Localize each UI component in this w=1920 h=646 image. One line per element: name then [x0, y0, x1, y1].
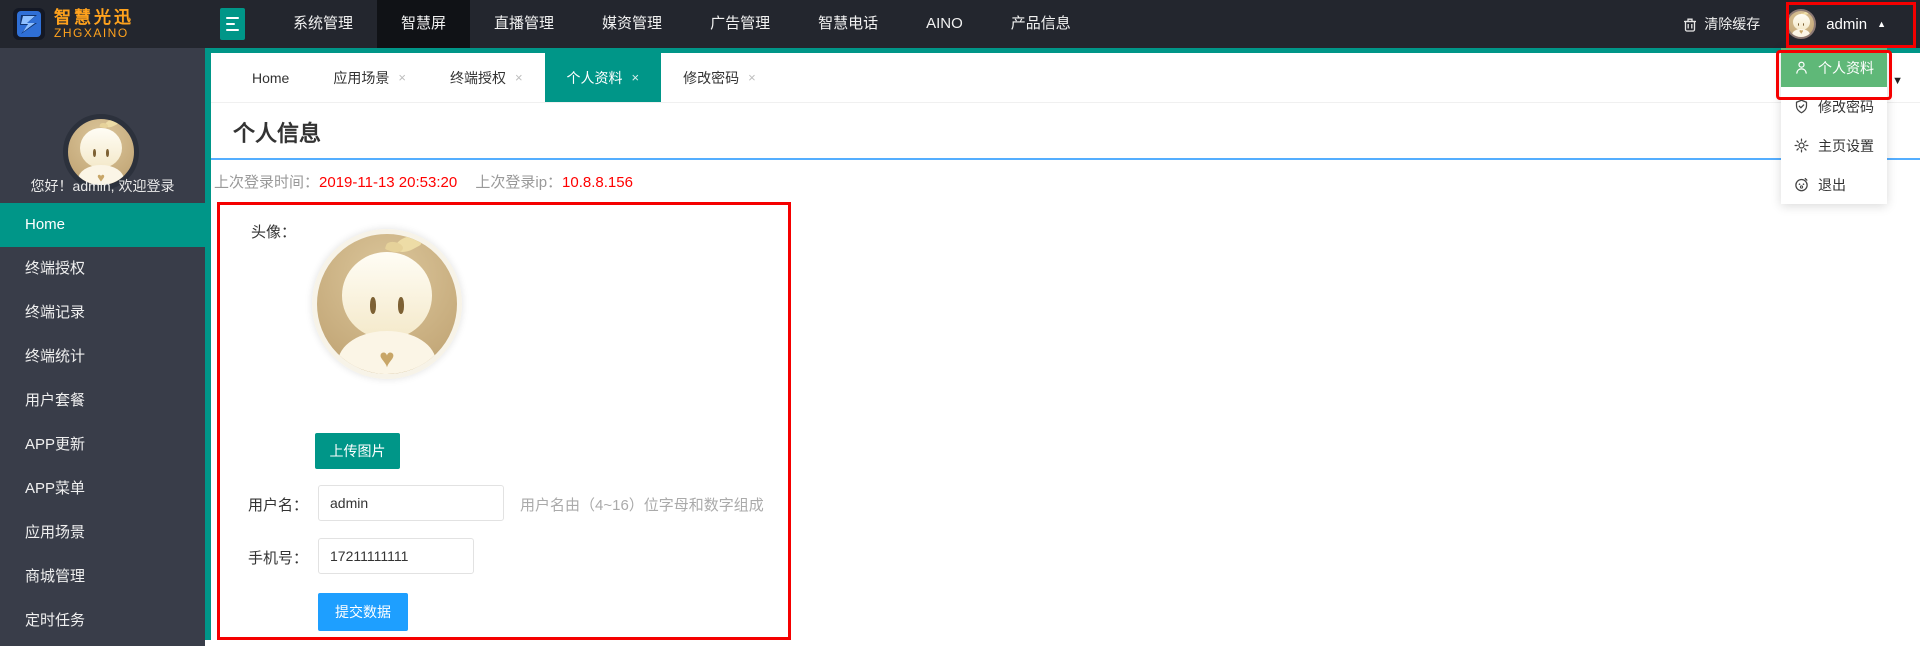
last-login-ip-value: 10.8.8.156 — [562, 174, 633, 191]
trash-icon — [1684, 18, 1697, 32]
sidebar-item-home[interactable]: Home — [0, 203, 205, 247]
logout-face-icon — [1795, 177, 1808, 192]
sidebar-item-terminal-stats[interactable]: 终端统计 — [0, 335, 205, 379]
user-menu-annotation-box — [1786, 2, 1916, 48]
tab-bar: Home 应用场景 × 终端授权 × 个人资料 × 修改密码 × ▼ — [211, 53, 1920, 103]
tab-terminal-auth[interactable]: 终端授权 × — [428, 53, 545, 102]
nav-item-ads[interactable]: 广告管理 — [686, 0, 794, 48]
nav-item-smart-phone[interactable]: 智慧电话 — [794, 0, 902, 48]
nav-item-product-info[interactable]: 产品信息 — [987, 0, 1095, 48]
tab-options-caret-icon[interactable]: ▼ — [1892, 53, 1903, 103]
profile-avatar-image: ♥ — [312, 229, 462, 379]
profile-form-annotation-box: 头像： ♥ 上传图片 用户名： 用户名由（4~16）位字母和数字组成 手机号： … — [217, 202, 791, 640]
sidebar-collapse-button[interactable] — [220, 8, 245, 40]
tab-change-password[interactable]: 修改密码 × — [661, 53, 778, 102]
nav-item-aino[interactable]: AINO — [902, 0, 987, 48]
last-login-ip-label: 上次登录ip： — [475, 174, 563, 191]
sidebar-item-app-scenes[interactable]: 应用场景 — [0, 511, 205, 555]
sidebar: ♥ 您好！admin, 欢迎登录 Home 终端授权 终端记录 终端统计 用户套… — [0, 48, 205, 646]
sidebar-item-scheduled-tasks[interactable]: 定时任务 — [0, 599, 205, 643]
content-top-accent — [205, 48, 1920, 53]
phone-field-label: 手机号： — [248, 550, 309, 567]
tab-app-scenes[interactable]: 应用场景 × — [311, 53, 428, 102]
clear-cache-label: 清除缓存 — [1704, 16, 1761, 32]
dropdown-item-logout[interactable]: 退出 — [1781, 165, 1887, 204]
upload-image-button[interactable]: 上传图片 — [315, 433, 400, 469]
last-login-time-value: 2019-11-13 20:53:20 — [319, 174, 458, 191]
nav-item-smart-screen[interactable]: 智慧屏 — [377, 0, 471, 53]
avatar-field-label: 头像： — [251, 224, 297, 241]
username-field-label: 用户名： — [248, 497, 309, 514]
dropdown-item-home-settings[interactable]: 主页设置 — [1781, 126, 1887, 165]
phone-input[interactable] — [318, 538, 474, 574]
nav-item-live[interactable]: 直播管理 — [470, 0, 578, 48]
page-title: 个人信息 — [233, 121, 322, 146]
brand-logo: 智慧光迅 ZHGXAINO — [0, 7, 208, 41]
sidebar-menu: Home 终端授权 终端记录 终端统计 用户套餐 APP更新 APP菜单 应用场… — [0, 203, 205, 643]
clear-cache-button[interactable]: 清除缓存 — [1683, 14, 1760, 34]
last-login-time-label: 上次登录时间： — [214, 174, 320, 191]
main-nav: 系统管理 智慧屏 直播管理 媒资管理 广告管理 智慧电话 AINO 产品信息 — [269, 0, 1095, 53]
nav-item-system[interactable]: 系统管理 — [269, 0, 377, 48]
close-icon[interactable]: × — [748, 70, 756, 85]
sidebar-item-mall[interactable]: 商城管理 — [0, 555, 205, 599]
top-navbar: 智慧光迅 ZHGXAINO 系统管理 智慧屏 直播管理 媒资管理 广告管理 智慧… — [0, 0, 1920, 53]
submit-data-button[interactable]: 提交数据 — [318, 593, 408, 631]
sidebar-item-user-plans[interactable]: 用户套餐 — [0, 379, 205, 423]
tab-profile[interactable]: 个人资料 × — [544, 53, 662, 102]
username-input[interactable] — [318, 485, 504, 521]
profile-item-annotation-box — [1776, 50, 1892, 100]
sidebar-item-terminal-records[interactable]: 终端记录 — [0, 291, 205, 335]
brand-logo-icon — [13, 8, 45, 40]
last-login-info: 上次登录时间：2019-11-13 20:53:20 上次登录ip：10.8.8… — [214, 171, 633, 192]
sidebar-item-app-menu[interactable]: APP菜单 — [0, 467, 205, 511]
tab-home[interactable]: Home — [230, 53, 311, 102]
header-divider — [211, 158, 1920, 160]
sidebar-item-terminal-auth[interactable]: 终端授权 — [0, 247, 205, 291]
brand-text: 智慧光迅 ZHGXAINO — [54, 7, 134, 40]
app-window: 智慧光迅 ZHGXAINO 系统管理 智慧屏 直播管理 媒资管理 广告管理 智慧… — [0, 0, 1920, 646]
sidebar-item-app-update[interactable]: APP更新 — [0, 423, 205, 467]
close-icon[interactable]: × — [515, 70, 523, 85]
content-left-accent — [205, 48, 211, 640]
brand-title: 智慧光迅 — [54, 7, 134, 27]
close-icon[interactable]: × — [632, 70, 640, 85]
close-icon[interactable]: × — [398, 70, 406, 85]
username-hint: 用户名由（4~16）位字母和数字组成 — [520, 497, 764, 514]
brand-subtitle: ZHGXAINO — [54, 25, 129, 40]
sidebar-greeting: 您好！admin, 欢迎登录 — [30, 178, 175, 194]
nav-item-media[interactable]: 媒资管理 — [578, 0, 686, 48]
shield-check-icon — [1795, 99, 1808, 114]
gear-icon — [1794, 138, 1809, 153]
